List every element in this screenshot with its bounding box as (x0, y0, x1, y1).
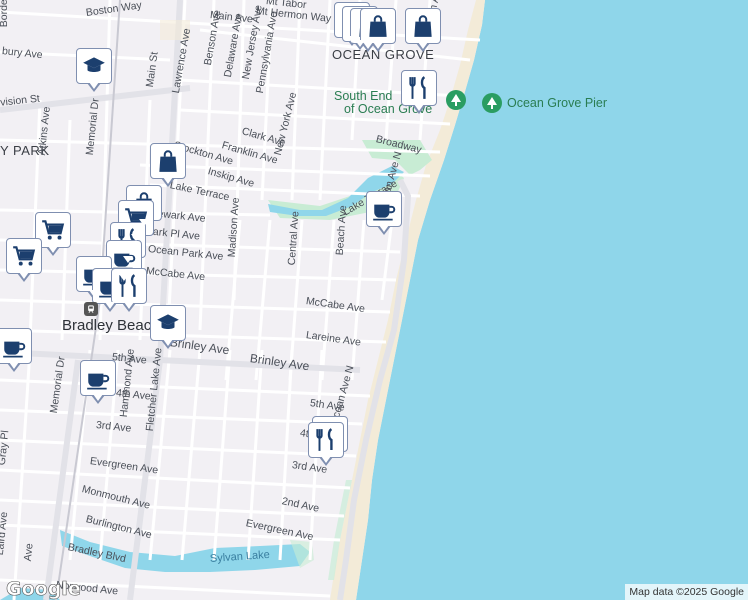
poi-pin-cafe-1[interactable] (366, 191, 402, 235)
train-station-marker[interactable] (84, 302, 98, 316)
poi-pin-shopping-5[interactable] (405, 8, 441, 52)
poi-pin-restaurant-3[interactable] (111, 268, 147, 312)
poi-pin-cafe-5[interactable] (0, 328, 32, 372)
shopping-bag-icon (369, 15, 387, 37)
shopping-cart-icon (13, 246, 36, 266)
label-borden: Borden (0, 0, 10, 28)
park-pin-ocean-grove-pier[interactable] (482, 93, 502, 113)
poi-pin-cafe-6[interactable] (80, 360, 116, 404)
coffee-cup-icon (373, 204, 396, 221)
poi-pin-shopping-4[interactable] (360, 8, 396, 52)
poi-pin-school-2[interactable] (150, 305, 186, 349)
park-pin-south-end[interactable] (446, 90, 466, 110)
shopping-cart-icon (42, 220, 65, 240)
poi-pin-shopping-6[interactable] (150, 143, 186, 187)
coffee-cup-icon (87, 373, 110, 390)
label-bradley-beach: Bradley Beach (62, 317, 160, 334)
shopping-bag-icon (414, 15, 432, 37)
fork-knife-icon (409, 76, 426, 99)
label-ocean-grove-pier: Ocean Grove Pier (507, 96, 608, 110)
poi-pin-restaurant-1[interactable] (401, 70, 437, 114)
poi-pin-school-1[interactable] (76, 48, 112, 92)
train-icon (88, 305, 94, 313)
graduation-cap-icon (83, 57, 105, 72)
map-attribution[interactable]: Map data ©2025 Google (625, 584, 748, 600)
graduation-cap-icon (157, 314, 179, 329)
tree-icon (451, 94, 461, 106)
poi-pin-grocery-3[interactable] (6, 238, 42, 282)
google-logo[interactable]: Google (6, 578, 81, 600)
coffee-cup-icon (3, 341, 26, 358)
label-ave-left: Ave (21, 542, 36, 562)
label-south-end: South End (334, 89, 393, 103)
tree-icon (487, 97, 497, 109)
shopping-bag-icon (159, 150, 177, 172)
